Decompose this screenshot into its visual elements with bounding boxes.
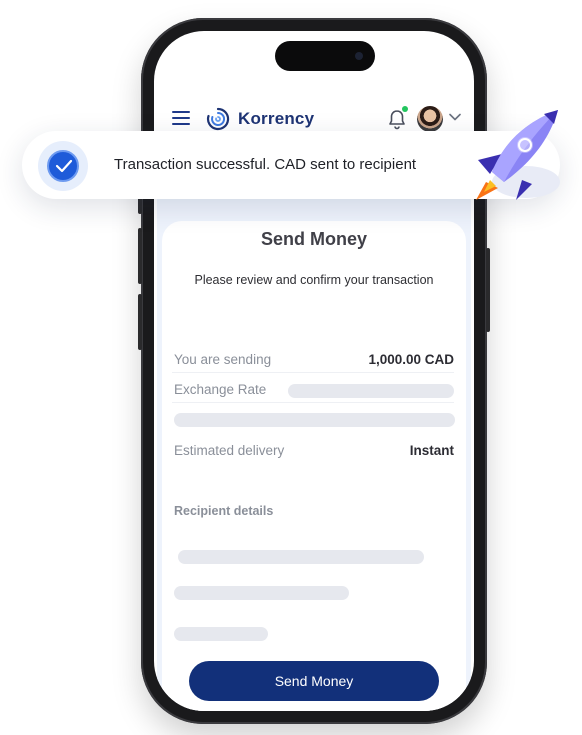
dynamic-island [275, 41, 375, 71]
page-subtitle: Please review and confirm your transacti… [194, 273, 434, 287]
phone-side-button [138, 228, 142, 284]
send-money-button[interactable]: Send Money [189, 661, 439, 701]
detail-value: Instant [409, 443, 454, 458]
detail-label: Exchange Rate [174, 382, 267, 397]
korrency-logo-icon [206, 107, 230, 131]
notification-dot [402, 106, 408, 112]
detail-value: 1,000.00 CAD [368, 352, 454, 367]
menu-icon[interactable] [172, 111, 190, 125]
detail-row-exchange-rate: Exchange Rate [172, 377, 454, 403]
brand-name: Korrency [238, 109, 315, 128]
detail-row-delivery: Estimated delivery Instant [172, 438, 454, 464]
detail-row-sending: You are sending 1,000.00 CAD [172, 347, 454, 373]
phone-side-button [138, 294, 142, 350]
skeleton-placeholder [174, 413, 455, 427]
check-icon [47, 150, 79, 182]
skeleton-placeholder [178, 550, 424, 564]
check-badge [38, 141, 88, 191]
avatar[interactable] [417, 106, 443, 132]
page-title: Send Money [260, 229, 367, 249]
skeleton-placeholder [174, 586, 349, 600]
recipient-details-heading: Recipient details [174, 504, 274, 518]
chevron-down-icon[interactable] [449, 113, 461, 121]
rocket-icon [476, 110, 560, 200]
skeleton-placeholder [174, 627, 268, 641]
detail-label: Estimated delivery [174, 443, 285, 458]
phone-frame: Korrency Send Money Please review and co… [138, 18, 490, 724]
skeleton-placeholder [288, 384, 454, 398]
detail-label: You are sending [174, 352, 272, 367]
phone-power-button [486, 248, 490, 332]
toast-message: Transaction successful. CAD sent to reci… [114, 156, 417, 173]
